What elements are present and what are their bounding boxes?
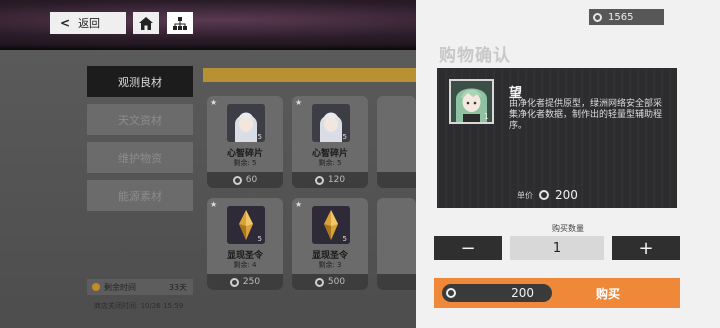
- home-icon: [139, 16, 153, 30]
- item-price: 60: [207, 172, 283, 188]
- remaining-time-label: 剩余时间: [104, 282, 136, 292]
- item-remaining: 剩余: 4: [233, 261, 257, 269]
- currency-icon: [229, 277, 239, 287]
- item-detail-box: 1 望 由净化者提供原型，绿洲网络安全部采集净化者数据，制作出的轻量型辅助程序。…: [437, 68, 677, 208]
- unit-price-label: 单价: [517, 190, 533, 200]
- currency-icon: [232, 175, 242, 185]
- chevron-left-icon: <: [60, 16, 71, 30]
- item-price-partial: [377, 172, 416, 188]
- shop-close-time: 商店关闭时间: 10/26 15:59: [94, 302, 184, 310]
- item-description: 由净化者提供原型，绿洲网络安全部采集净化者数据，制作出的轻量型辅助程序。: [509, 99, 663, 131]
- panel-title: 购物确认: [439, 46, 511, 66]
- shop-item-card[interactable]: ★ 5 显现圣令 剩余: 4 250: [207, 198, 283, 290]
- currency-icon: [314, 277, 324, 287]
- remaining-time: 剩余时间 33天: [87, 279, 193, 295]
- item-price-value: 250: [242, 277, 261, 287]
- quantity-label: 购买数量: [552, 224, 584, 233]
- item-price: 120: [292, 172, 368, 188]
- shop-item-card[interactable]: ★ 5 显现圣令 剩余: 3 500: [292, 198, 368, 290]
- category-tab-3[interactable]: 能源素材: [87, 180, 193, 211]
- item-price: 500: [292, 274, 368, 290]
- back-button[interactable]: < 返回: [50, 12, 126, 34]
- increase-button[interactable]: +: [612, 236, 680, 260]
- shop-item-card[interactable]: ★ 5 心智碎片 剩余: 5 120: [292, 96, 368, 188]
- buy-label: 购买: [596, 286, 621, 301]
- unit-price: 单价 200: [517, 188, 578, 202]
- item-remaining: 剩余: 5: [318, 159, 342, 167]
- unit-price-value: 200: [555, 188, 578, 202]
- total-price: 200: [442, 284, 552, 302]
- crystal-icon: 5: [227, 206, 265, 244]
- character-portrait-icon: 1: [449, 79, 494, 124]
- shop-item-card-partial[interactable]: [377, 198, 416, 290]
- category-list: 观测良材 天文资材 维护物资 能源素材: [87, 66, 193, 218]
- item-price-partial: [377, 274, 416, 290]
- star-icon: ★: [210, 98, 218, 107]
- back-label: 返回: [78, 17, 101, 30]
- currency-icon: [446, 288, 456, 298]
- purchase-panel: 1565 购物确认 1 望 由净化者提供原型，绿洲网络安全部采集净化者数据，制作…: [416, 0, 720, 328]
- item-price-value: 120: [327, 175, 346, 185]
- home-button[interactable]: [133, 12, 159, 34]
- currency-icon: [539, 190, 549, 200]
- star-icon: ★: [295, 200, 303, 209]
- currency-balance: 1565: [589, 9, 664, 25]
- quantity-stepper: − 1 +: [434, 236, 680, 260]
- total-price-value: 200: [511, 286, 534, 300]
- star-icon: ★: [295, 98, 303, 107]
- currency-icon: [593, 12, 602, 22]
- shop-item-card-partial[interactable]: [377, 96, 416, 188]
- item-remaining: 剩余: 3: [318, 261, 342, 269]
- clock-icon: [92, 283, 100, 291]
- item-price-value: 500: [327, 277, 346, 287]
- currency-icon: [314, 175, 324, 185]
- hierarchy-icon: [173, 16, 187, 30]
- crystal-icon: 5: [312, 206, 350, 244]
- portrait-level: 1: [483, 112, 489, 121]
- item-remaining: 剩余: 5: [233, 159, 257, 167]
- category-tab-0[interactable]: 观测良材: [87, 66, 193, 97]
- banner-strip: 招: [203, 68, 433, 82]
- item-level: 5: [342, 235, 347, 243]
- item-price-value: 60: [245, 175, 258, 185]
- buy-button[interactable]: 200 购买: [434, 278, 680, 308]
- category-tab-2[interactable]: 维护物资: [87, 142, 193, 173]
- item-level: 5: [257, 133, 262, 141]
- android-portrait-icon: 5: [312, 104, 350, 142]
- item-level: 5: [257, 235, 262, 243]
- shop-item-card[interactable]: ★ 5 心智碎片 剩余: 5 60: [207, 96, 283, 188]
- item-level: 5: [342, 133, 347, 141]
- item-price: 250: [207, 274, 283, 290]
- quantity-value[interactable]: 1: [510, 236, 604, 260]
- decrease-button[interactable]: −: [434, 236, 502, 260]
- android-portrait-icon: 5: [227, 104, 265, 142]
- remaining-time-value: 33天: [168, 282, 187, 292]
- hierarchy-button[interactable]: [167, 12, 193, 34]
- star-icon: ★: [210, 200, 218, 209]
- category-tab-1[interactable]: 天文资材: [87, 104, 193, 135]
- currency-balance-value: 1565: [608, 11, 634, 23]
